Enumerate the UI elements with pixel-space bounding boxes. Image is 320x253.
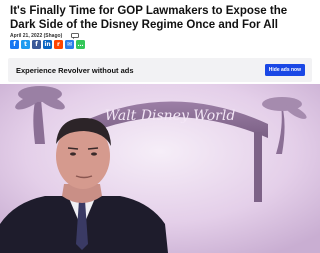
ad-banner: Experience Revolver without ads Hide ads…	[8, 58, 312, 82]
facebook-icon[interactable]: f	[10, 40, 19, 49]
article-meta: April 21, 2022 (Shago)	[10, 32, 80, 40]
linkedin-icon[interactable]: in	[43, 40, 52, 49]
share-buttons: f t f in r ✉…	[10, 40, 85, 49]
arch-sign: Walt Disney World	[105, 108, 236, 124]
reddit-icon[interactable]: r	[54, 40, 63, 49]
facebook-icon[interactable]: f	[32, 40, 41, 49]
email-icon[interactable]: ✉	[65, 40, 74, 49]
comment-icon[interactable]	[71, 33, 80, 39]
hide-ads-button[interactable]: Hide ads now	[264, 64, 305, 76]
sms-icon[interactable]: …	[76, 40, 85, 49]
article-hero-image[interactable]: Walt Disney World	[0, 84, 320, 253]
ad-text: Experience Revolver without ads	[16, 65, 134, 75]
twitter-icon[interactable]: t	[21, 40, 30, 49]
article-headline: It's Finally Time for GOP Lawmakers to E…	[10, 5, 288, 31]
article-date: April 21, 2022 (Shago)	[10, 33, 63, 39]
